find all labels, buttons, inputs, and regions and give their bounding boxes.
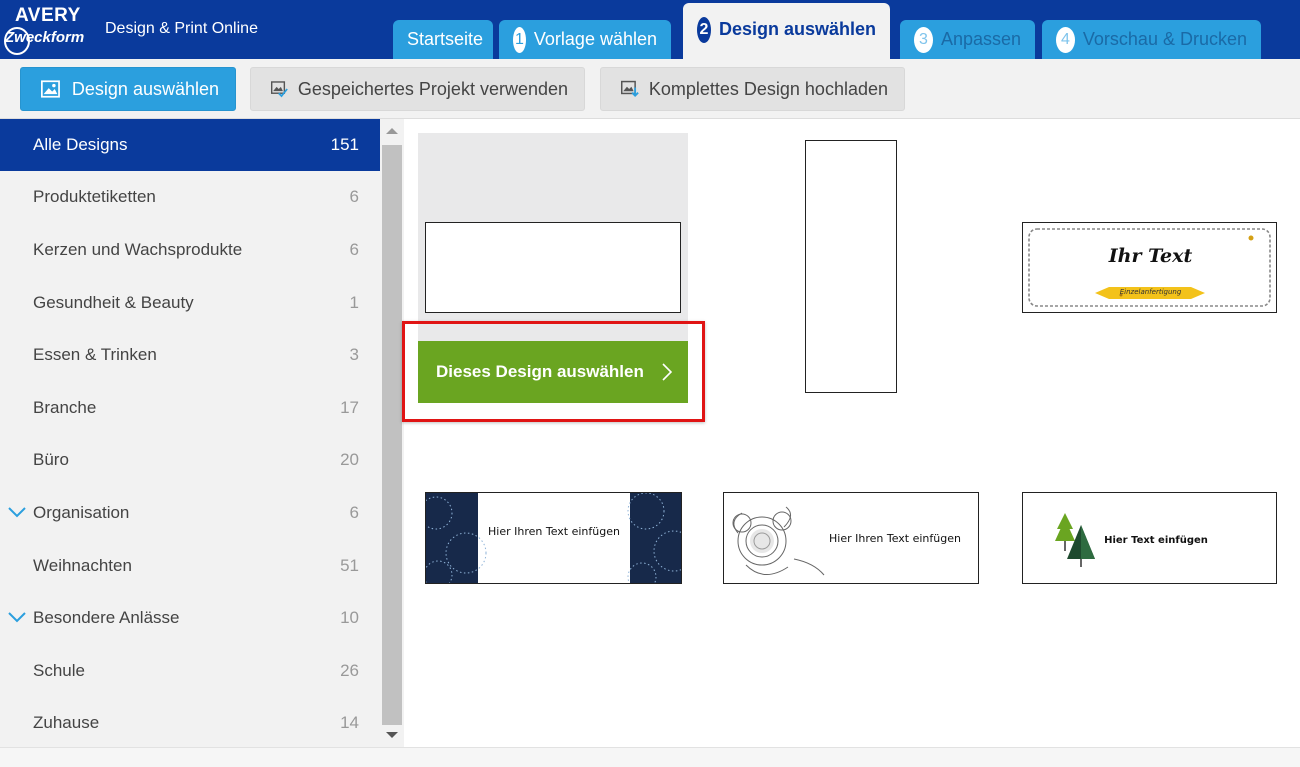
category-produktetiketten[interactable]: Produktetiketten 6 bbox=[0, 171, 380, 223]
tab-anpassen[interactable]: 3 Anpassen bbox=[900, 20, 1035, 59]
navy-label-text: Hier Ihren Text einfügen bbox=[488, 525, 620, 538]
category-name: Branche bbox=[33, 398, 97, 417]
image-check-icon bbox=[271, 81, 288, 98]
design-card-script[interactable]: Ihr Text Einzelanfertigung bbox=[1022, 222, 1277, 313]
tab-vorschau-drucken[interactable]: 4 Vorschau & Drucken bbox=[1042, 20, 1261, 59]
scrollbar-thumb[interactable] bbox=[382, 145, 402, 725]
tab-label: Design auswählen bbox=[718, 19, 876, 39]
chevron-down-icon[interactable] bbox=[7, 502, 27, 522]
scroll-up-arrow-icon[interactable] bbox=[386, 128, 398, 134]
dashed-frame-decoration bbox=[1028, 228, 1271, 307]
category-count: 10 bbox=[340, 608, 359, 627]
tab-design-auswaehlen[interactable]: 2 Design auswählen bbox=[683, 3, 890, 59]
category-name: Essen & Trinken bbox=[33, 345, 157, 364]
tab-label: Anpassen bbox=[940, 29, 1021, 49]
category-count: 6 bbox=[349, 240, 359, 259]
category-name: Alle Designs bbox=[33, 135, 128, 154]
category-name: Kerzen und Wachsprodukte bbox=[33, 240, 243, 259]
design-card-tall-blank[interactable] bbox=[805, 140, 897, 393]
category-count: 14 bbox=[340, 713, 359, 732]
app-header: AVERY Zweckform Design & Print Online St… bbox=[0, 0, 1300, 59]
category-count: 26 bbox=[340, 661, 359, 680]
category-name: Gesundheit & Beauty bbox=[33, 293, 194, 312]
tab-vorlage-waehlen[interactable]: 1 Vorlage wählen bbox=[499, 20, 671, 59]
category-name: Produktetiketten bbox=[33, 187, 156, 206]
design-toolbar: Design auswählen Gespeichertes Projekt v… bbox=[0, 59, 1300, 119]
bottom-bar bbox=[0, 747, 1300, 767]
script-title-text: Ihr Text bbox=[1108, 245, 1193, 267]
category-name: Weihnachten bbox=[33, 556, 132, 575]
design-card-navy[interactable]: Hier Ihren Text einfügen bbox=[425, 492, 682, 584]
category-weihnachten[interactable]: Weihnachten 51 bbox=[0, 540, 380, 592]
category-name: Schule bbox=[33, 661, 85, 680]
ribbon-text: Einzelanfertigung bbox=[1119, 288, 1182, 296]
category-count: 1 bbox=[349, 293, 359, 312]
category-count: 6 bbox=[349, 503, 359, 522]
category-branche[interactable]: Branche 17 bbox=[0, 382, 380, 434]
tree-label-text: Hier Text einfügen bbox=[1104, 535, 1208, 546]
tab-label: Vorlage wählen bbox=[533, 29, 657, 49]
category-count: 51 bbox=[340, 556, 359, 575]
step-number: 2 bbox=[697, 16, 711, 43]
category-kerzen-wachsprodukte[interactable]: Kerzen und Wachsprodukte 6 bbox=[0, 224, 380, 276]
saved-project-button[interactable]: Gespeichertes Projekt verwenden bbox=[250, 67, 585, 111]
logo-zweckform-text: Zweckform bbox=[5, 29, 85, 46]
chevron-down-icon[interactable] bbox=[7, 607, 27, 627]
category-gesundheit-beauty[interactable]: Gesundheit & Beauty 1 bbox=[0, 277, 380, 329]
category-besondere-anlaesse[interactable]: Besondere Anlässe 10 bbox=[0, 592, 380, 644]
category-essen-trinken[interactable]: Essen & Trinken 3 bbox=[0, 329, 380, 381]
category-count: 20 bbox=[340, 450, 359, 469]
category-alle-designs[interactable]: Alle Designs 151 bbox=[0, 119, 380, 171]
blank-label-preview[interactable] bbox=[425, 222, 681, 313]
category-name: Besondere Anlässe bbox=[33, 608, 180, 627]
app-title: Design & Print Online bbox=[105, 20, 258, 37]
category-count: 3 bbox=[349, 345, 359, 364]
category-name: Organisation bbox=[33, 503, 130, 522]
category-count: 17 bbox=[340, 398, 359, 417]
step-number: 1 bbox=[513, 26, 526, 53]
design-card-trees[interactable]: Hier Text einfügen bbox=[1022, 492, 1277, 584]
category-count: 151 bbox=[330, 135, 359, 154]
tab-label: Vorschau & Drucken bbox=[1082, 29, 1247, 49]
category-organisation[interactable]: Organisation 6 bbox=[0, 487, 380, 539]
floral-label-text: Hier Ihren Text einfügen bbox=[829, 532, 961, 545]
image-icon bbox=[41, 80, 60, 98]
category-name: Zuhause bbox=[33, 713, 100, 732]
scroll-down-arrow-icon[interactable] bbox=[386, 732, 398, 738]
button-label: Design auswählen bbox=[71, 78, 219, 99]
category-sidebar: Alle Designs 151 Produktetiketten 6 Kerz… bbox=[0, 119, 380, 747]
logo-avery-text: AVERY bbox=[15, 5, 81, 26]
step-number: 4 bbox=[1056, 26, 1075, 53]
tab-startseite[interactable]: Startseite bbox=[393, 20, 493, 59]
button-label: Gespeichertes Projekt verwenden bbox=[297, 78, 568, 99]
button-label: Komplettes Design hochladen bbox=[648, 78, 888, 99]
category-name: Büro bbox=[33, 450, 69, 469]
design-card-floral[interactable]: Hier Ihren Text einfügen bbox=[723, 492, 979, 584]
avery-zweckform-logo[interactable]: AVERY Zweckform bbox=[3, 3, 89, 57]
category-schule[interactable]: Schule 26 bbox=[0, 645, 380, 697]
tab-label: Startseite bbox=[407, 29, 484, 49]
sidebar-scrollbar[interactable] bbox=[380, 119, 404, 747]
category-buero[interactable]: Büro 20 bbox=[0, 434, 380, 486]
design-select-button[interactable]: Design auswählen bbox=[20, 67, 236, 111]
image-upload-icon bbox=[621, 80, 639, 98]
category-zuhause[interactable]: Zuhause 14 bbox=[0, 697, 380, 747]
step-number: 3 bbox=[914, 26, 933, 53]
highlight-box bbox=[402, 321, 705, 422]
upload-design-button[interactable]: Komplettes Design hochladen bbox=[600, 67, 905, 111]
category-count: 6 bbox=[349, 187, 359, 206]
